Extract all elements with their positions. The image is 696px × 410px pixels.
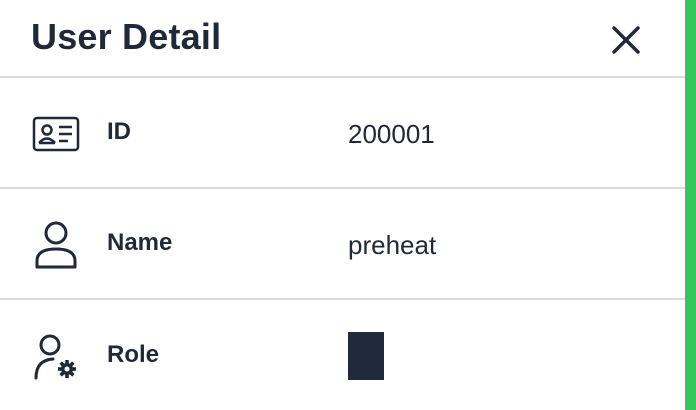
user-detail-panel: User Detail ID 200001 Name preheat Role bbox=[0, 0, 696, 410]
close-icon bbox=[612, 26, 640, 54]
user-icon bbox=[31, 219, 81, 269]
field-value-name: preheat bbox=[348, 230, 437, 260]
field-row-role: Role bbox=[0, 300, 685, 410]
field-row-id: ID 200001 bbox=[0, 78, 685, 189]
field-label-id: ID bbox=[107, 118, 131, 145]
id-card-icon bbox=[31, 109, 81, 159]
panel-header: User Detail bbox=[0, 0, 685, 78]
page-title: User Detail bbox=[31, 16, 222, 57]
accent-bar bbox=[685, 0, 696, 410]
field-row-name: Name preheat bbox=[0, 189, 685, 300]
close-button[interactable] bbox=[606, 20, 646, 60]
field-value-id: 200001 bbox=[348, 119, 435, 149]
role-value-block bbox=[348, 332, 384, 380]
field-label-name: Name bbox=[107, 229, 173, 256]
field-label-role: Role bbox=[107, 341, 160, 368]
user-gear-icon bbox=[31, 332, 81, 382]
